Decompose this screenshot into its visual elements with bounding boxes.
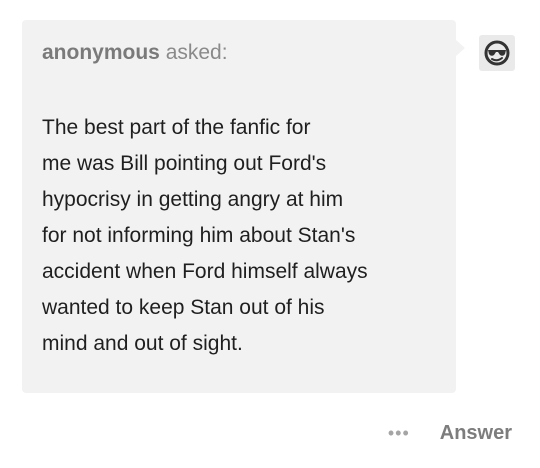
bubble-tail	[456, 40, 465, 56]
anonymous-sunglasses-avatar-icon	[484, 40, 510, 66]
asker-name[interactable]: anonymous	[42, 41, 160, 64]
asker-line: anonymous asked:	[42, 40, 436, 66]
asked-label: asked:	[165, 41, 228, 64]
ask-bubble: anonymous asked: The best part of the fa…	[22, 20, 456, 393]
question-text: The best part of the fanfic for me was B…	[42, 116, 368, 355]
footer-actions: ••• Answer	[388, 418, 512, 448]
avatar[interactable]	[479, 35, 515, 71]
answer-button[interactable]: Answer	[440, 422, 512, 445]
more-options-button[interactable]: •••	[388, 423, 410, 444]
